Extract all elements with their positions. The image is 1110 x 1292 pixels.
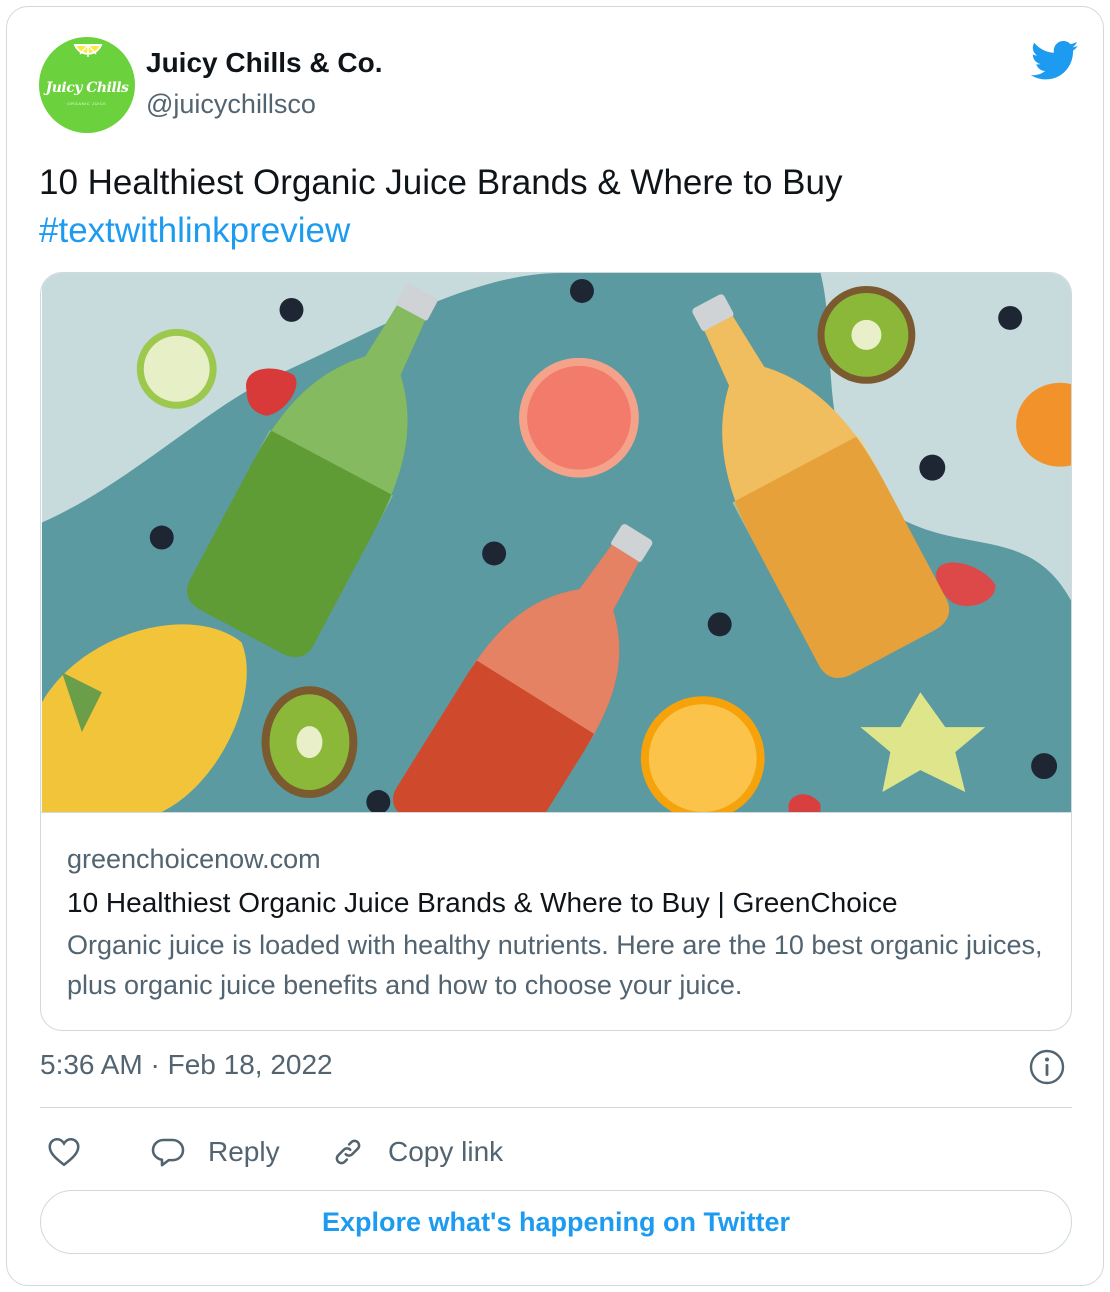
author-display-name[interactable]: Juicy Chills & Co. xyxy=(146,47,383,79)
twitter-bird-icon[interactable] xyxy=(1031,41,1079,81)
reply-button[interactable]: Reply xyxy=(150,1127,280,1177)
link-preview-domain: greenchoicenow.com xyxy=(67,844,321,874)
link-icon xyxy=(335,1139,361,1165)
link-preview-card[interactable]: greenchoicenow.com 10 Healthiest Organic… xyxy=(40,272,1072,1031)
author-handle[interactable]: @juicychillsco xyxy=(146,89,316,120)
avatar-brand-text: Juicy Chills xyxy=(45,80,129,96)
divider xyxy=(40,1107,1072,1108)
tweet-text: 10 Healthiest Organic Juice Brands & Whe… xyxy=(39,163,843,202)
avatar-sub-text: ORGANIC JUICE xyxy=(67,101,107,106)
copy-link-label: Copy link xyxy=(388,1136,504,1167)
tweet-timestamp[interactable]: 5:36 AM · Feb 18, 2022 xyxy=(40,1049,333,1081)
tweet-actions: Reply Copy link xyxy=(40,1127,1072,1177)
like-button[interactable] xyxy=(46,1127,82,1177)
link-preview-description: Organic juice is loaded with healthy nut… xyxy=(67,930,1043,1000)
copy-link-button[interactable]: Copy link xyxy=(330,1127,503,1177)
link-preview-title: 10 Healthiest Organic Juice Brands & Whe… xyxy=(67,887,898,918)
lemon-slice-icon xyxy=(73,44,103,57)
tweet-body: 10 Healthiest Organic Juice Brands & Whe… xyxy=(39,159,1079,255)
explore-twitter-button[interactable]: Explore what's happening on Twitter xyxy=(40,1190,1072,1254)
reply-label: Reply xyxy=(208,1136,280,1167)
tweet-embed-card: Juicy Chills ORGANIC JUICE Juicy Chills … xyxy=(6,6,1104,1286)
hashtag-link[interactable]: #textwithlinkpreview xyxy=(39,207,1079,255)
info-icon[interactable] xyxy=(1029,1049,1065,1085)
tweet-header: Juicy Chills ORGANIC JUICE Juicy Chills … xyxy=(39,33,1079,133)
link-preview-image xyxy=(41,273,1071,813)
heart-icon xyxy=(48,1137,80,1167)
reply-bubble-icon xyxy=(151,1138,185,1167)
link-preview-meta: greenchoicenow.com 10 Healthiest Organic… xyxy=(67,841,1057,1005)
avatar[interactable]: Juicy Chills ORGANIC JUICE xyxy=(39,37,135,133)
